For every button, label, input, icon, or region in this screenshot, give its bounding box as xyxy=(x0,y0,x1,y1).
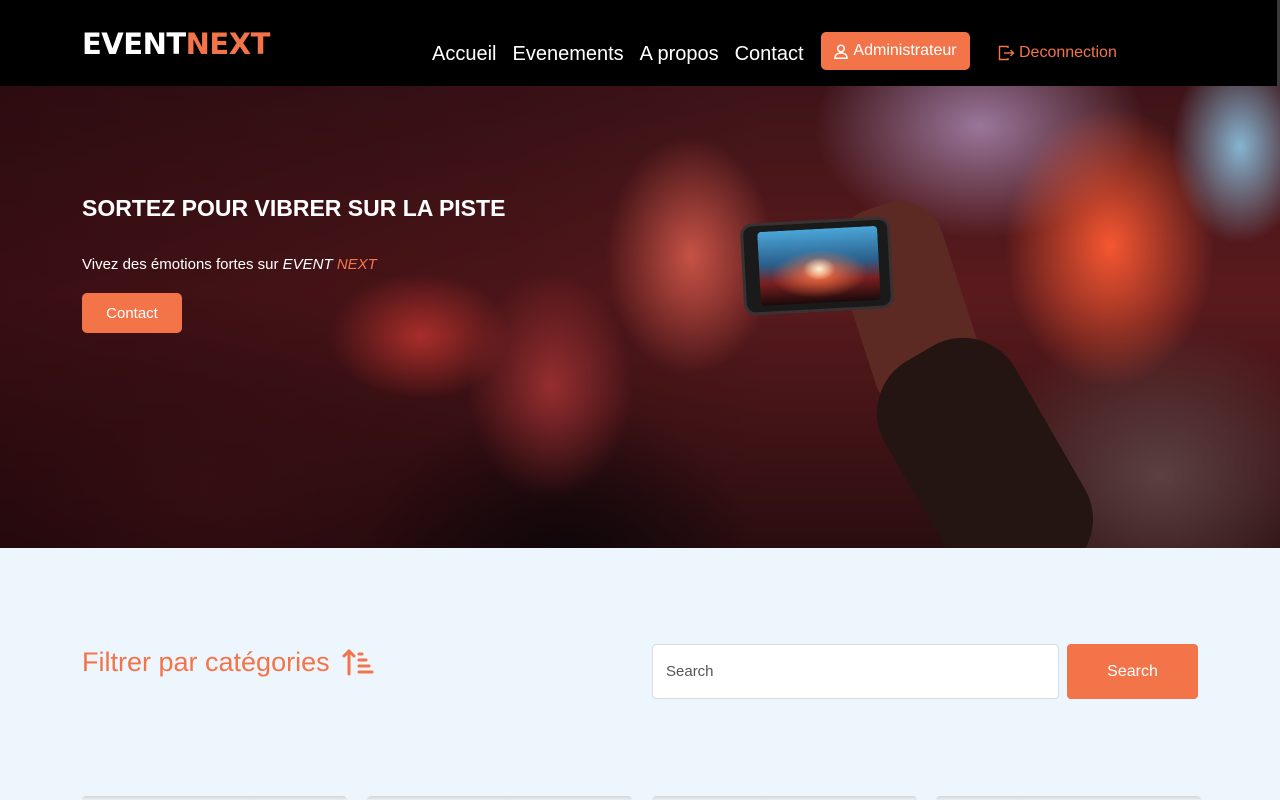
sort-ascending-icon xyxy=(342,649,374,676)
nav-link-a-propos[interactable]: A propos xyxy=(632,40,727,68)
hero-subtitle-brand-next: NEXT xyxy=(336,256,377,273)
hero-title: SORTEZ POUR VIBRER SUR LA PISTE xyxy=(82,195,506,221)
phone-screen xyxy=(757,225,881,306)
logout-label: Deconnection xyxy=(1019,44,1117,61)
nav-link-evenements[interactable]: Evenements xyxy=(504,40,631,68)
event-card[interactable] xyxy=(82,796,347,800)
filter-title-text: Filtrer par catégories xyxy=(82,647,330,677)
main-nav: Accueil Evenements A propos Contact xyxy=(424,40,812,68)
admin-button[interactable]: Administrateur xyxy=(821,32,970,70)
hero-phone-image xyxy=(739,216,895,316)
event-card[interactable] xyxy=(652,796,917,800)
hero-subtitle-brand-event: EVENT xyxy=(282,256,333,273)
user-icon xyxy=(834,43,849,59)
hero-banner: SORTEZ POUR VIBRER SUR LA PISTE Vivez de… xyxy=(0,86,1280,548)
nav-link-contact[interactable]: Contact xyxy=(727,40,812,68)
event-card[interactable] xyxy=(367,796,632,800)
hero-subtitle: Vivez des émotions fortes sur EVENT NEXT xyxy=(82,256,377,274)
filter-categories-heading[interactable]: Filtrer par catégories xyxy=(82,645,374,679)
search-button[interactable]: Search xyxy=(1067,644,1198,699)
admin-button-label: Administrateur xyxy=(853,42,957,59)
nav-link-accueil[interactable]: Accueil xyxy=(424,40,504,68)
hero-contact-button[interactable]: Contact xyxy=(82,293,182,333)
navbar: EVENTNEXT Accueil Evenements A propos Co… xyxy=(0,0,1280,86)
hero-subtitle-text: Vivez des émotions fortes sur xyxy=(82,256,283,273)
logo[interactable]: EVENTNEXT xyxy=(82,27,270,61)
logo-part-next: NEXT xyxy=(185,27,271,61)
logo-part-event: EVENT xyxy=(82,27,186,61)
event-card[interactable] xyxy=(936,796,1201,800)
logout-link[interactable]: Deconnection xyxy=(998,42,1117,64)
logout-icon xyxy=(998,45,1015,61)
search-input[interactable] xyxy=(652,644,1059,699)
